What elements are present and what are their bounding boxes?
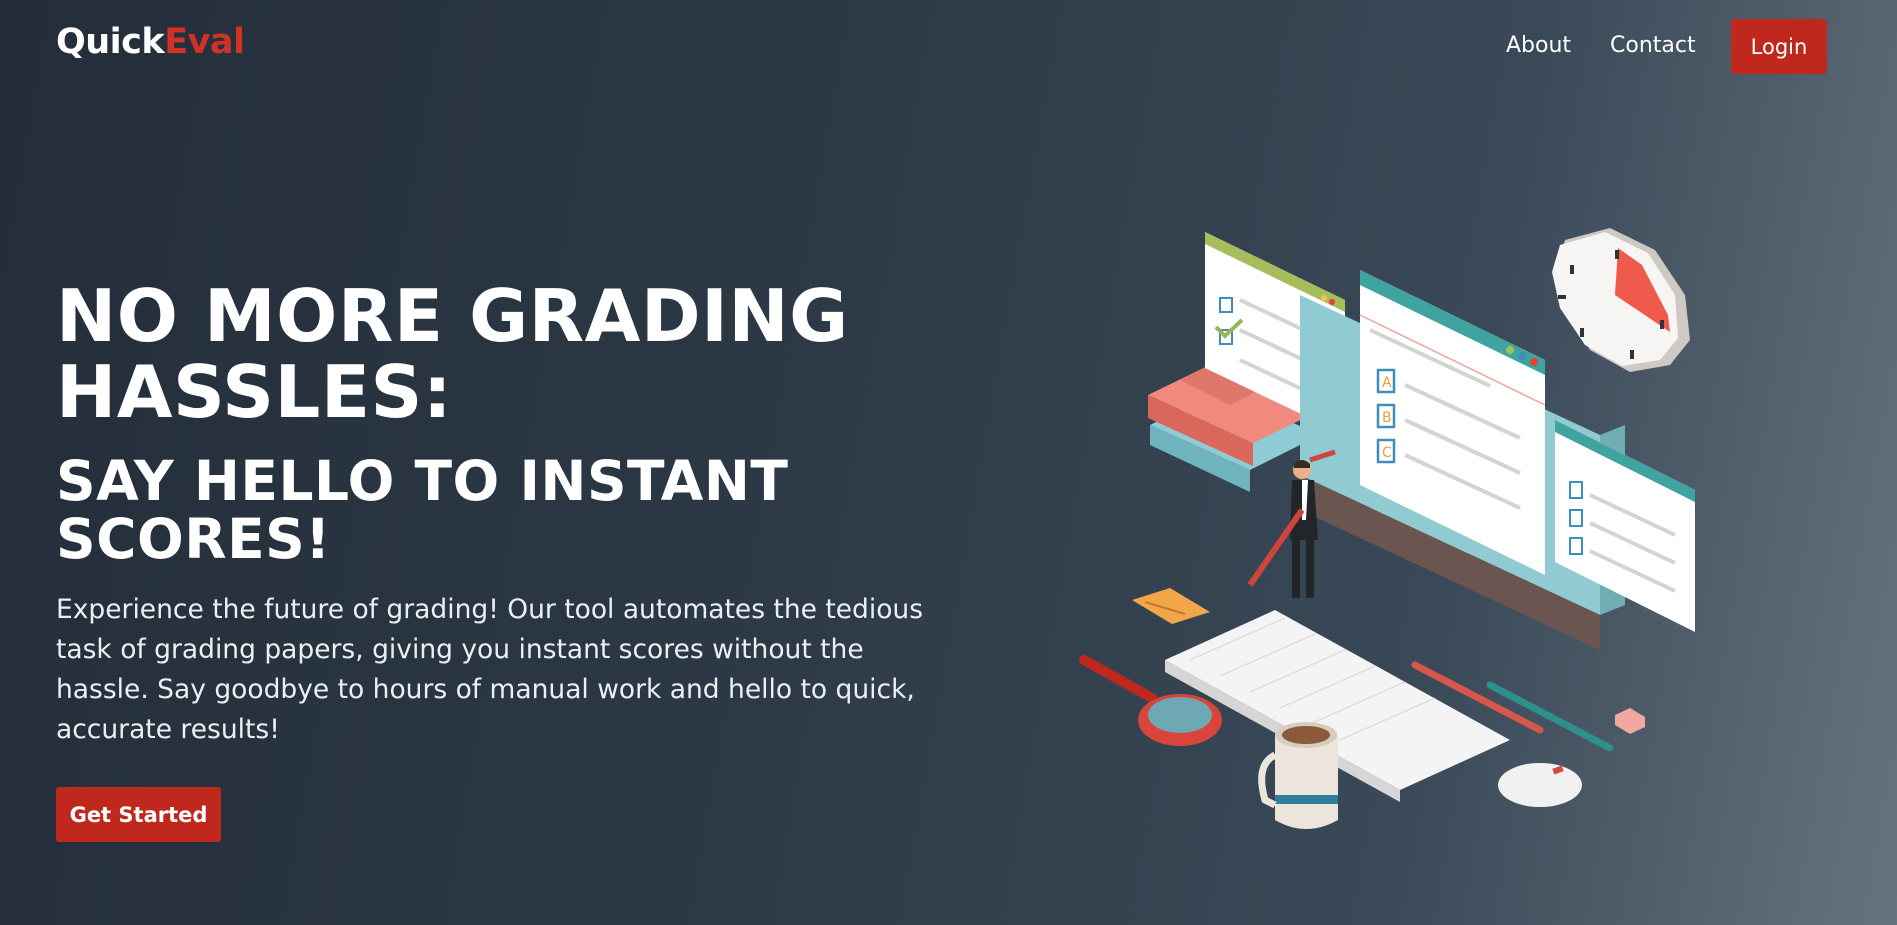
answer-option-c: C <box>1382 445 1392 461</box>
hero-section: NO MORE GRADING HASSLES: SAY HELLO TO IN… <box>56 278 976 750</box>
hero-subtitle: SAY HELLO TO INSTANT SCORES! <box>56 452 976 568</box>
clock-icon <box>1552 228 1690 372</box>
hero-title-line2: HASSLES: <box>56 350 453 434</box>
hero-description: Experience the future of grading! Our to… <box>56 594 924 745</box>
get-started-button[interactable]: Get Started <box>56 787 221 842</box>
login-button[interactable]: Login <box>1731 19 1827 74</box>
coffee-mug-icon <box>1258 722 1338 829</box>
answer-option-b: B <box>1382 410 1392 426</box>
hero-subtitle-line1: SAY HELLO TO INSTANT <box>56 449 789 513</box>
eraser-icon <box>1615 708 1645 734</box>
mouse-icon <box>1498 763 1582 807</box>
navbar: QuickEval About Contact Login <box>0 0 1897 92</box>
hero-title-line1: NO MORE GRADING <box>56 274 849 358</box>
logo-text-quick: Quick <box>56 22 165 62</box>
nav-link-about[interactable]: About <box>1506 33 1571 58</box>
hero-subtitle-line2: SCORES! <box>56 507 331 571</box>
nav-link-contact[interactable]: Contact <box>1610 33 1696 58</box>
credit-card-icon <box>1132 588 1210 624</box>
hero-title: NO MORE GRADING HASSLES: <box>56 278 976 430</box>
grading-illustration: A B C <box>1079 228 1695 829</box>
logo[interactable]: QuickEval <box>56 22 245 62</box>
answer-option-a: A <box>1382 375 1392 391</box>
logo-text-eval: Eval <box>164 22 245 62</box>
